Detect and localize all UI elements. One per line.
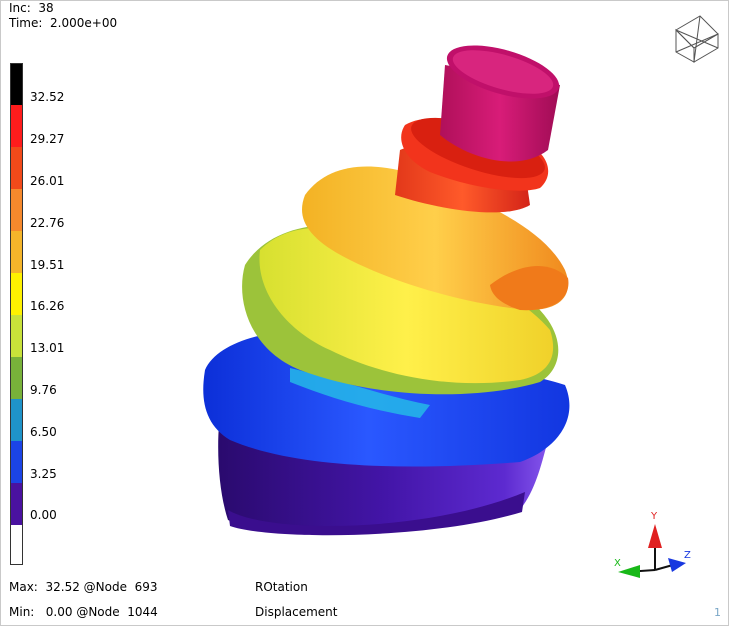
y-axis-label: Y bbox=[650, 511, 658, 522]
z-axis-label: Z bbox=[684, 550, 691, 561]
result-type-label: ROtation bbox=[255, 580, 308, 594]
result-quantity-label: Displacement bbox=[255, 605, 338, 619]
x-axis-label: X bbox=[614, 558, 621, 569]
page-number: 1 bbox=[714, 606, 721, 619]
y-axis-arrow-icon bbox=[648, 524, 662, 548]
max-value-label: Max: 32.52 @Node 693 bbox=[9, 580, 158, 594]
x-axis-arrow-icon bbox=[618, 565, 640, 578]
axis-triad: Y X Z bbox=[614, 511, 691, 578]
min-value-label: Min: 0.00 @Node 1044 bbox=[9, 605, 158, 619]
